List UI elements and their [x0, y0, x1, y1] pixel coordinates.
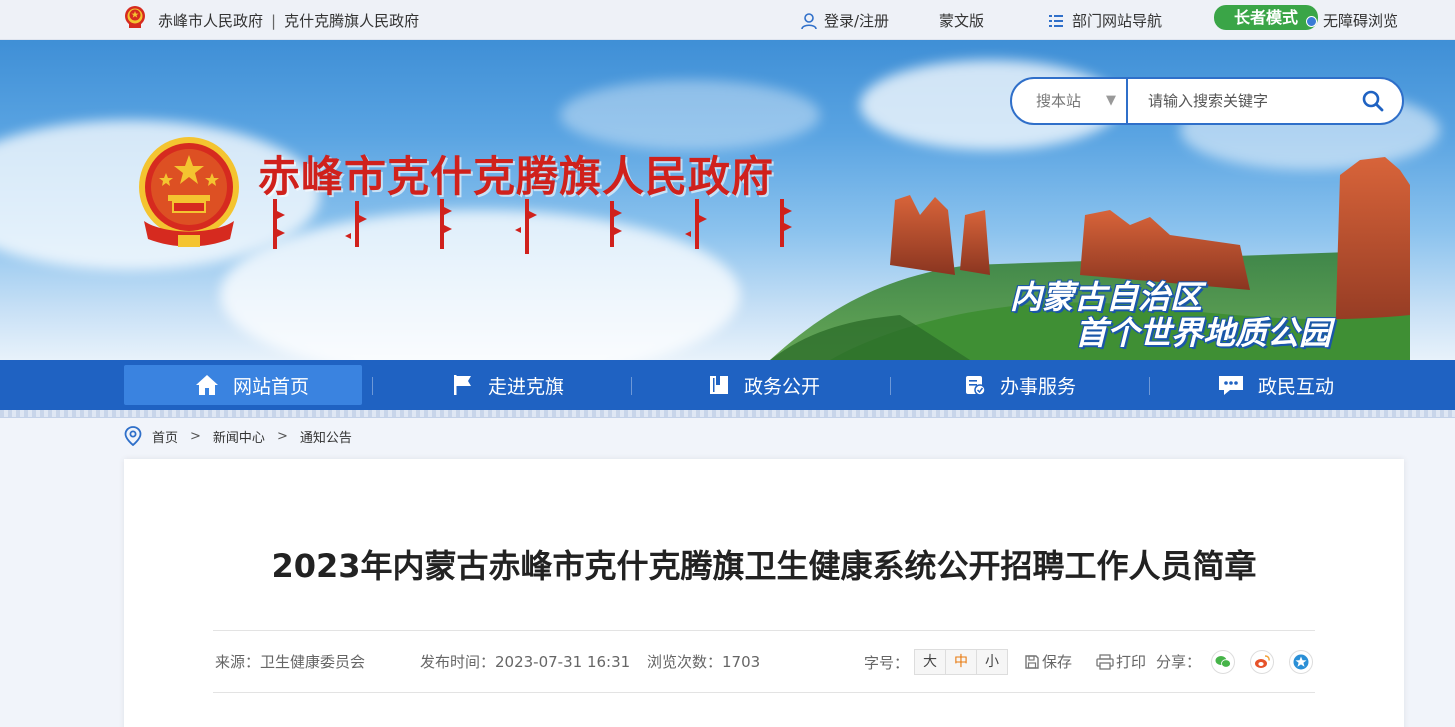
nav-divider — [372, 377, 373, 395]
slogan-line-2: 首个世界地质公园 — [1075, 314, 1332, 352]
national-emblem-icon — [125, 6, 145, 28]
font-medium-button[interactable]: 中 — [945, 649, 978, 675]
nav-item-label: 走进克旗 — [487, 375, 564, 398]
city-gov-link[interactable]: 赤峰市人民政府 — [158, 12, 263, 30]
article-title: 2023年内蒙古赤峰市克什克腾旗卫生健康系统公开招聘工作人员简章 — [271, 547, 1257, 585]
nav-item-label: 办事服务 — [999, 375, 1076, 398]
breadcrumb-separator: > — [190, 428, 201, 444]
qzone-star-icon — [1293, 654, 1309, 670]
list-icon — [1049, 14, 1063, 27]
font-large-button[interactable]: 大 — [914, 649, 947, 675]
government-title: 赤峰市克什克腾旗人民政府 — [258, 152, 775, 201]
wechat-icon — [1215, 656, 1231, 668]
top-bar: 赤峰市人民政府 | 克什克腾旗人民政府 登录/注册 蒙文版 部门网站导航 长者模式 … — [0, 0, 1455, 40]
login-register-link[interactable]: 登录/注册 — [800, 10, 889, 31]
home-icon — [195, 375, 218, 395]
share-wechat-button[interactable] — [1211, 650, 1235, 674]
book-icon — [709, 376, 728, 394]
mongolian-script-logo — [273, 199, 792, 254]
breadcrumb-notices[interactable]: 通知公告 — [300, 427, 352, 446]
search-icon[interactable] — [1362, 90, 1384, 112]
main-nav: 网站首页 走进克旗 政务公开 办事服务 政民互动 — [0, 360, 1455, 410]
nav-item-gov-affairs[interactable]: 政务公开 — [636, 360, 892, 410]
site-links: 赤峰市人民政府 | 克什克腾旗人民政府 — [158, 10, 419, 31]
article-publish-time: 发布时间：2023-07-31 16:31 — [420, 653, 631, 671]
nav-item-label: 网站首页 — [232, 375, 309, 398]
header-banner: 赤峰市克什克腾旗人民政府 内蒙古自治区 首个世界地质公园 搜本站 ▼ — [0, 40, 1455, 360]
nav-item-about[interactable]: 走进克旗 — [380, 360, 636, 410]
search-scope-label: 搜本站 — [1036, 92, 1082, 110]
breadcrumb-news[interactable]: 新闻中心 — [213, 427, 265, 446]
banner-gov-link[interactable]: 克什克腾旗人民政府 — [284, 12, 419, 30]
printer-icon — [1096, 653, 1114, 670]
nav-item-home[interactable]: 网站首页 — [124, 360, 380, 410]
elder-mode-button[interactable]: 长者模式 — [1214, 5, 1318, 30]
print-button[interactable]: 打印 — [1096, 651, 1146, 672]
font-size-control: 字号： 大 中 小 — [864, 649, 1009, 675]
print-label: 打印 — [1116, 653, 1147, 671]
service-icon — [965, 376, 986, 396]
share-qzone-button[interactable] — [1289, 650, 1313, 674]
flag-icon — [453, 375, 471, 395]
nav-item-interaction[interactable]: 政民互动 — [1148, 360, 1404, 410]
breadcrumb: 首页 > 新闻中心 > 通知公告 — [124, 426, 352, 446]
cloud — [560, 80, 820, 150]
national-emblem-logo — [139, 137, 239, 247]
article-source: 来源：卫生健康委员会 — [215, 653, 366, 671]
weibo-icon — [1255, 655, 1270, 668]
nav-divider — [631, 377, 632, 395]
chat-icon — [1218, 376, 1243, 395]
dept-nav-label: 部门网站导航 — [1072, 12, 1163, 30]
login-label: 登录/注册 — [824, 12, 890, 30]
breadcrumb-separator: > — [276, 428, 288, 444]
divider — [213, 692, 1315, 693]
divider — [213, 630, 1315, 631]
search-box: 搜本站 ▼ — [1010, 77, 1404, 125]
font-small-button[interactable]: 小 — [976, 649, 1009, 675]
nav-item-services[interactable]: 办事服务 — [892, 360, 1148, 410]
font-size-label: 字号： — [864, 653, 910, 672]
breadcrumb-home[interactable]: 首页 — [152, 427, 178, 446]
mongolian-version-link[interactable]: 蒙文版 — [939, 10, 984, 31]
nav-item-label: 政民互动 — [1257, 375, 1334, 398]
search-input[interactable] — [1130, 79, 1350, 123]
article-view-count: 浏览次数：1703 — [647, 653, 761, 671]
share-weibo-button[interactable] — [1250, 650, 1274, 674]
save-label: 保存 — [1042, 653, 1073, 671]
nav-divider — [1149, 377, 1150, 395]
location-pin-icon — [124, 426, 142, 446]
save-icon — [1025, 654, 1039, 669]
share-label: 分享： — [1156, 653, 1202, 671]
save-button[interactable]: 保存 — [1024, 651, 1072, 672]
link-separator: | — [271, 12, 277, 30]
dept-nav-link[interactable]: 部门网站导航 — [1048, 10, 1162, 31]
decorative-pattern-strip — [0, 410, 1455, 418]
caret-down-icon: ▼ — [1106, 93, 1116, 108]
search-scope-select[interactable]: 搜本站 ▼ — [1012, 79, 1128, 123]
user-icon — [801, 12, 817, 29]
elder-mode-badge-icon — [1306, 16, 1317, 27]
article-panel: 2023年内蒙古赤峰市克什克腾旗卫生健康系统公开招聘工作人员简章 来源：卫生健康… — [124, 459, 1404, 727]
nav-divider — [890, 377, 891, 395]
nav-item-label: 政务公开 — [743, 375, 820, 398]
accessibility-link[interactable]: 无障碍浏览 — [1323, 10, 1398, 31]
